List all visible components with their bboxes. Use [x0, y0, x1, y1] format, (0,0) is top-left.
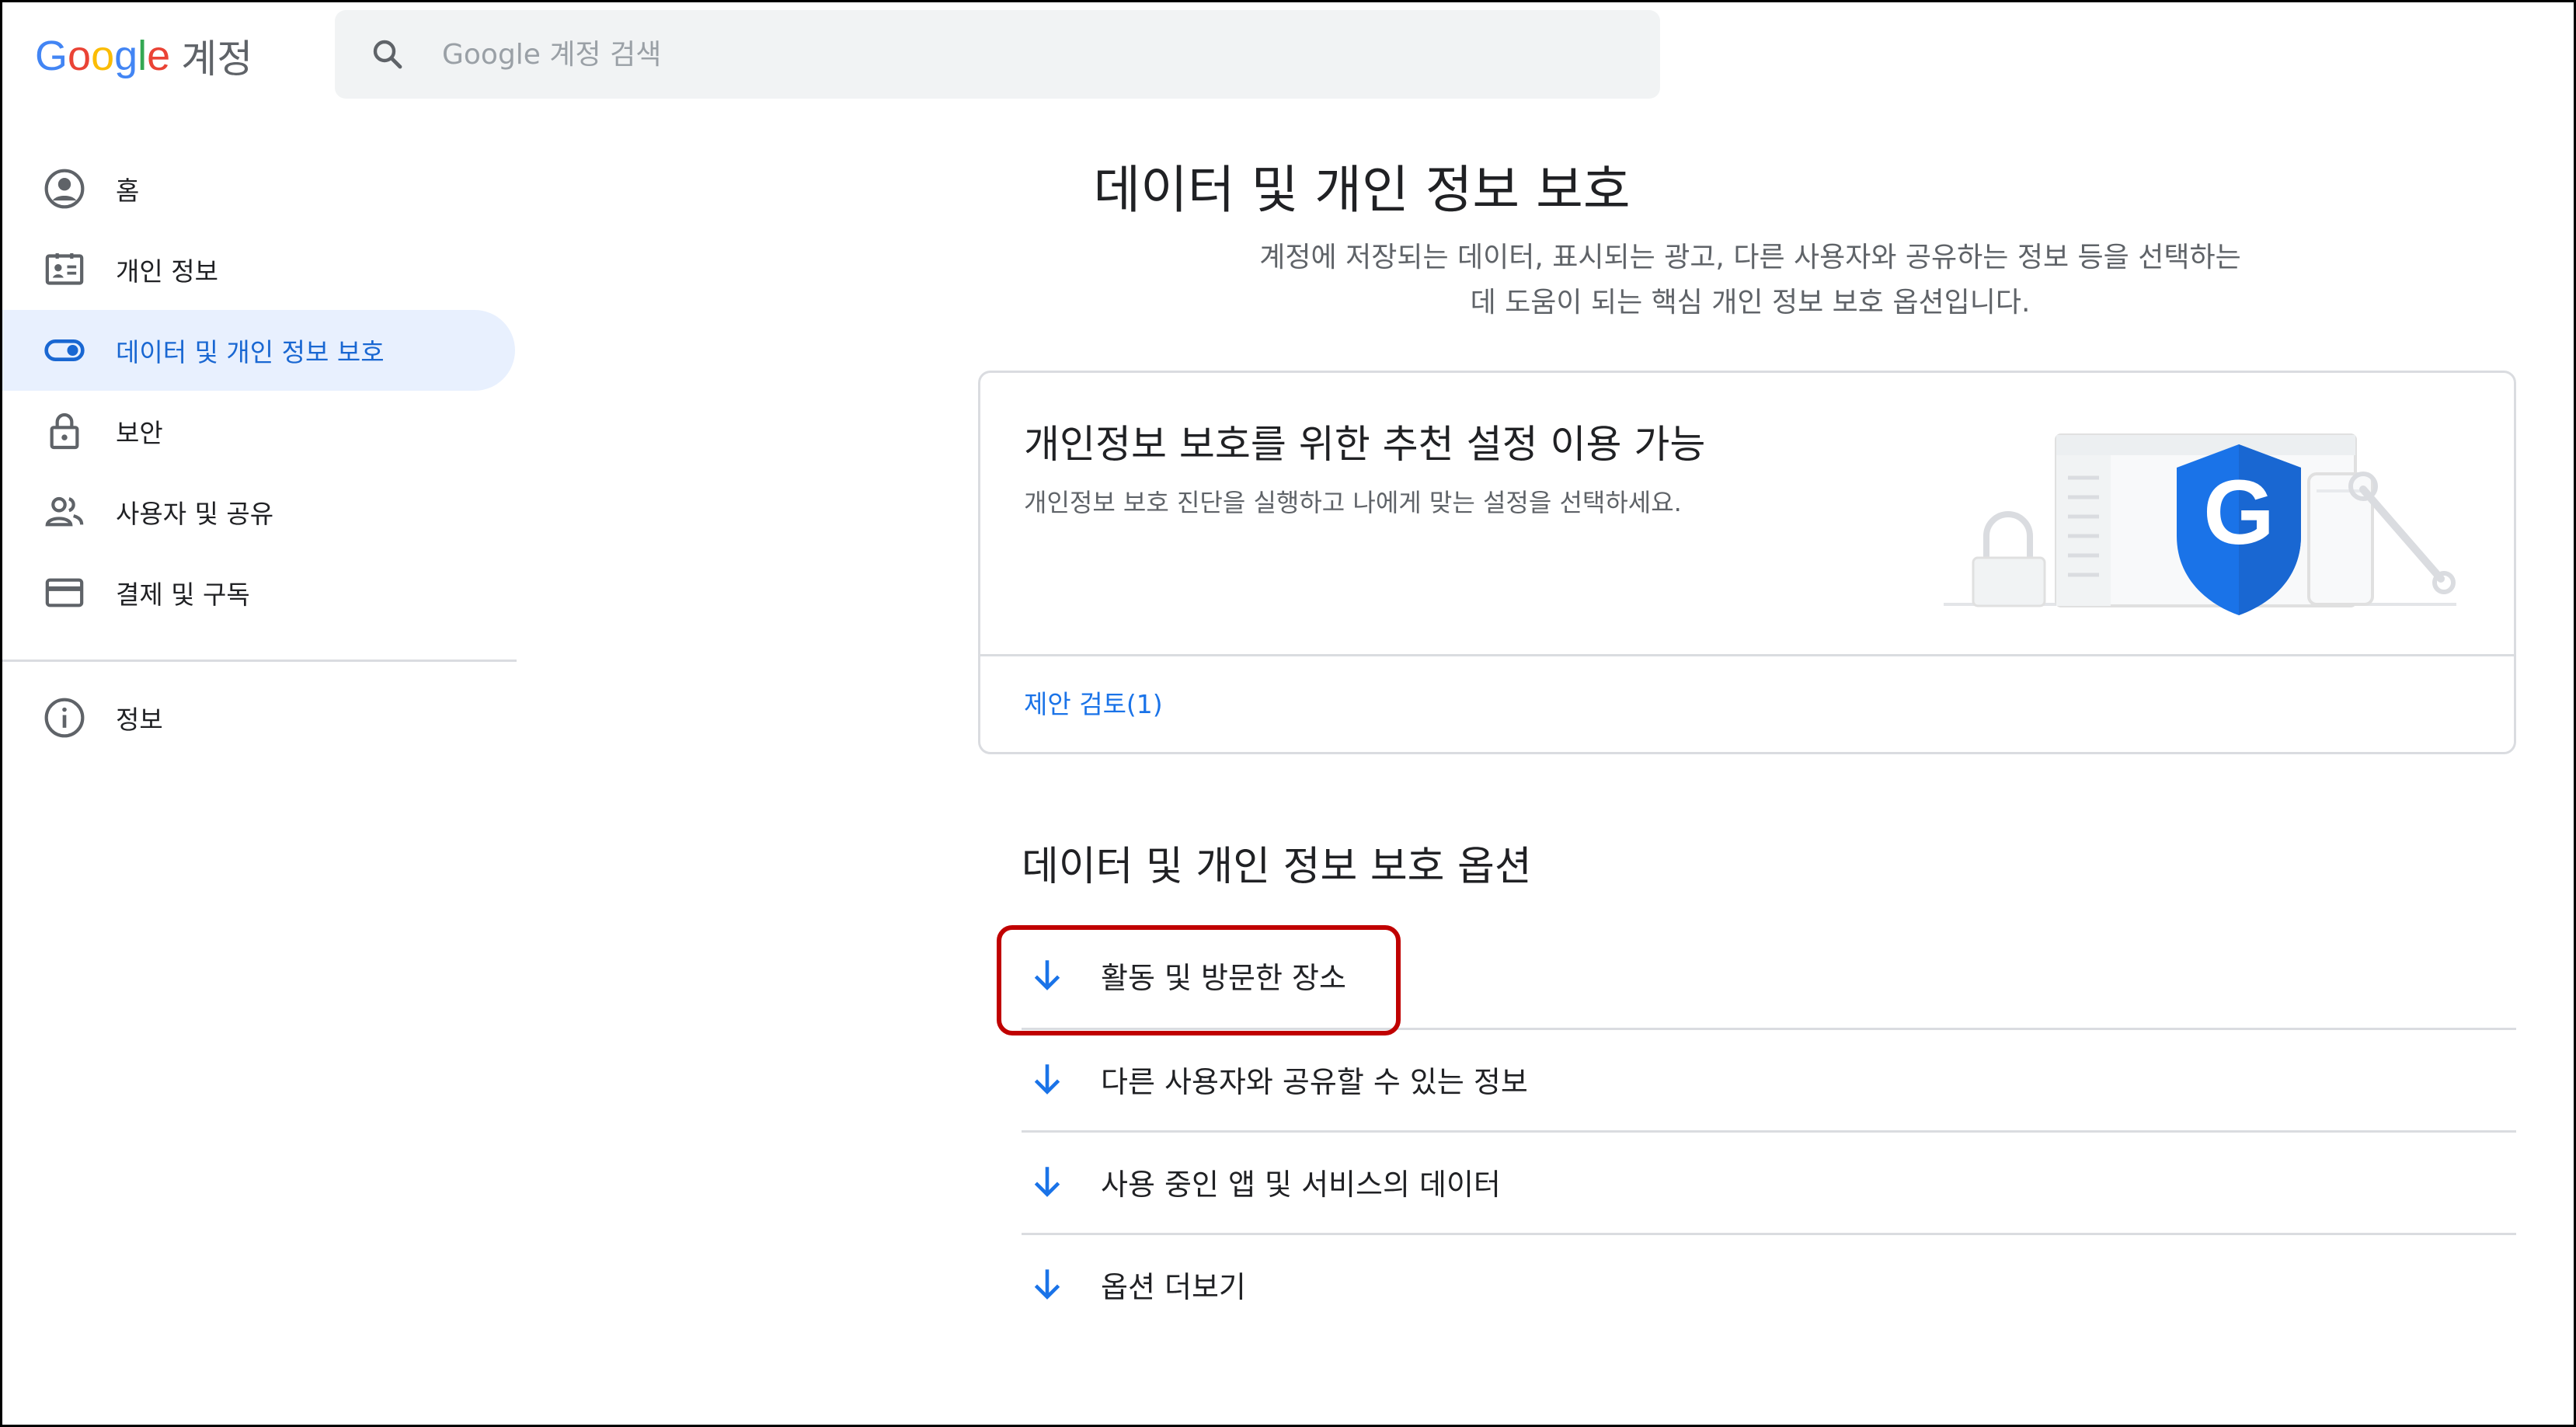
privacy-shield-illustration: G [1944, 433, 2456, 615]
account-circle-icon [44, 169, 85, 209]
description-line: 계정에 저장되는 데이터, 표시되는 광고, 다른 사용자와 공유하는 정보 등… [1259, 242, 2241, 273]
card-title: 개인정보 보호를 위한 추천 설정 이용 가능 [1024, 422, 1706, 467]
option-shared-info[interactable]: 다른 사용자와 공유할 수 있는 정보 [1022, 1028, 2516, 1130]
google-wordmark: Google [35, 33, 171, 79]
option-label: 사용 중인 앱 및 서비스의 데이터 [1101, 1167, 1501, 1202]
sidebar-nav: 홈 개인 정보 데이터 및 개인 정보 보호 보안 사용자 및 공유 결제 및 … [2, 148, 517, 758]
arrow-down-icon [1034, 1167, 1060, 1197]
sidebar-item-label: 홈 [116, 176, 140, 206]
privacy-checkup-card: 개인정보 보호를 위한 추천 설정 이용 가능 개인정보 보호 진단을 실행하고… [978, 371, 2516, 754]
sidebar-item-security[interactable]: 보안 [2, 391, 476, 472]
option-label: 옵션 더보기 [1101, 1269, 1246, 1304]
sidebar-item-personal-info[interactable]: 개인 정보 [2, 229, 476, 310]
sidebar-item-data-privacy[interactable]: 데이터 및 개인 정보 보호 [2, 310, 515, 391]
arrow-down-icon [1034, 1269, 1060, 1300]
page-description: 계정에 저장되는 데이터, 표시되는 광고, 다른 사용자와 공유하는 정보 등… [1168, 235, 2333, 325]
option-more-options[interactable]: 옵션 더보기 [1022, 1233, 2516, 1335]
option-label: 다른 사용자와 공유할 수 있는 정보 [1101, 1064, 1528, 1099]
credit-card-icon [45, 578, 84, 607]
product-name: 계정 [181, 37, 253, 82]
people-icon [45, 496, 84, 527]
sidebar-item-home[interactable]: 홈 [2, 148, 476, 229]
sidebar-item-label: 개인 정보 [116, 256, 218, 287]
google-account-logo[interactable]: Google 계정 [35, 29, 252, 83]
options-section-title: 데이터 및 개인 정보 보호 옵션 [1022, 844, 1532, 890]
review-suggestions-link[interactable]: 제안 검토(1) [1024, 684, 1163, 721]
sidebar-item-label: 사용자 및 공유 [116, 499, 274, 529]
arrow-down-icon [1034, 1064, 1060, 1095]
page-title: 데이터 및 개인 정보 보호 [1093, 160, 1631, 220]
window-frame: Google 계정 홈 [0, 0, 2576, 1427]
id-card-icon [45, 253, 84, 285]
info-icon [44, 698, 85, 738]
search-input[interactable] [440, 37, 1531, 71]
card-subtitle: 개인정보 보호 진단을 실행하고 나에게 맞는 설정을 선택하세요. [1024, 488, 1682, 517]
highlight-box [997, 925, 1401, 1035]
description-line: 데 도움이 되는 핵심 개인 정보 보호 옵션입니다. [1470, 287, 2031, 318]
sidebar-divider [2, 660, 517, 662]
svg-text:G: G [2203, 461, 2275, 564]
sidebar-item-payments[interactable]: 결제 및 구독 [2, 552, 476, 633]
search-icon[interactable] [369, 36, 406, 73]
toggle-icon [44, 339, 85, 361]
sidebar-item-label: 보안 [116, 418, 163, 448]
option-apps-services-data[interactable]: 사용 중인 앱 및 서비스의 데이터 [1022, 1130, 2516, 1233]
card-divider [980, 654, 2514, 656]
sidebar-item-label: 데이터 및 개인 정보 보호 [116, 337, 385, 367]
sidebar-item-label: 정보 [116, 705, 163, 735]
sidebar-item-about[interactable]: 정보 [2, 677, 476, 758]
lock-icon [50, 412, 79, 450]
sidebar-item-label: 결제 및 구독 [116, 580, 250, 610]
search-bar[interactable] [335, 10, 1660, 99]
sidebar-item-people-sharing[interactable]: 사용자 및 공유 [2, 472, 476, 552]
padlock-illustration [1972, 511, 2046, 607]
